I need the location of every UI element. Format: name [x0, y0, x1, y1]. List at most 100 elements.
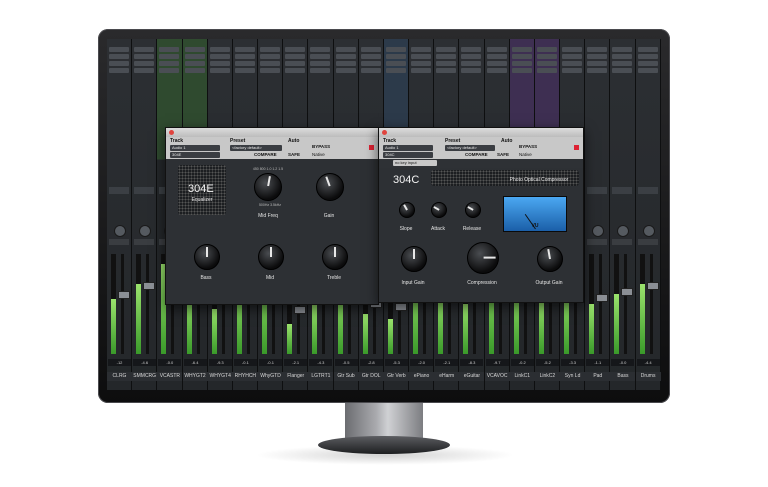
- insert-slot[interactable]: [209, 47, 230, 52]
- pan-knob[interactable]: [139, 225, 152, 237]
- volume-fader[interactable]: [621, 288, 634, 296]
- insert-slot[interactable]: [310, 68, 331, 73]
- insert-slot[interactable]: [385, 68, 406, 73]
- insert-slot[interactable]: [587, 61, 608, 66]
- insert-slot[interactable]: [436, 54, 457, 59]
- pan-knob[interactable]: [592, 225, 605, 237]
- insert-slot[interactable]: [637, 47, 658, 52]
- channel-strip[interactable]: -4.4 Drums: [635, 39, 661, 390]
- insert-slot[interactable]: [109, 61, 129, 66]
- insert-slot[interactable]: [335, 54, 356, 59]
- insert-slot[interactable]: [360, 47, 381, 52]
- channel-strip[interactable]: -12 CLRG: [107, 39, 133, 390]
- track-name[interactable]: SMMCRG: [132, 372, 158, 381]
- close-icon[interactable]: [382, 130, 387, 135]
- insert-slot[interactable]: [612, 68, 633, 73]
- track-name[interactable]: LGTRT1: [308, 372, 334, 381]
- solo-mute-buttons[interactable]: [612, 239, 633, 245]
- insert-slot[interactable]: [234, 54, 255, 59]
- insert-slot[interactable]: [335, 68, 356, 73]
- track-name[interactable]: RHYHCH: [232, 372, 258, 381]
- insert-slot[interactable]: [310, 61, 331, 66]
- insert-slot[interactable]: [587, 47, 608, 52]
- insert-slot[interactable]: [109, 54, 129, 59]
- insert-slot[interactable]: [159, 68, 180, 73]
- insert-slot[interactable]: [461, 68, 482, 73]
- insert-slot[interactable]: [285, 68, 306, 73]
- solo-mute-buttons[interactable]: [587, 239, 608, 245]
- insert-slot[interactable]: [612, 47, 633, 52]
- slope-knob[interactable]: [399, 202, 415, 218]
- volume-fader[interactable]: [646, 282, 659, 290]
- insert-slot[interactable]: [562, 47, 583, 52]
- insert-slot[interactable]: [209, 61, 230, 66]
- track-name[interactable]: Bass: [610, 372, 636, 381]
- track-name[interactable]: WhyGTD: [258, 372, 284, 381]
- solo-mute-buttons[interactable]: [134, 239, 155, 245]
- insert-slot[interactable]: [587, 68, 608, 73]
- track-name[interactable]: CLRG: [107, 372, 132, 381]
- insert-slot[interactable]: [260, 61, 281, 66]
- insert-slot[interactable]: [461, 61, 482, 66]
- insert-slot[interactable]: [587, 54, 608, 59]
- io-selector[interactable]: [637, 187, 658, 194]
- insert-slot[interactable]: [486, 61, 507, 66]
- pan-knob[interactable]: [642, 225, 655, 237]
- track-name[interactable]: ePiano: [409, 372, 435, 381]
- insert-slot[interactable]: [411, 54, 432, 59]
- insert-slot[interactable]: [562, 54, 583, 59]
- bypass-button[interactable]: BYPASS: [312, 144, 330, 149]
- channel-strip[interactable]: -4.6 SMMCRG: [132, 39, 158, 390]
- preset-select[interactable]: <factory default>: [230, 145, 282, 151]
- safe-button[interactable]: SAFE: [497, 152, 509, 157]
- key-input-select[interactable]: no key input: [393, 160, 437, 166]
- compression-knob[interactable]: [467, 242, 499, 274]
- insert-slot[interactable]: [159, 47, 180, 52]
- solo-mute-buttons[interactable]: [109, 239, 129, 245]
- plugin-select[interactable]: 304C: [383, 152, 433, 158]
- insert-slot[interactable]: [234, 68, 255, 73]
- insert-slot[interactable]: [209, 68, 230, 73]
- insert-slot[interactable]: [637, 68, 658, 73]
- eq-plugin-window[interactable]: Track Preset Auto Audio 1 <factory defau…: [165, 127, 379, 305]
- track-select[interactable]: Audio 1: [170, 145, 220, 151]
- insert-slot[interactable]: [385, 54, 406, 59]
- insert-slot[interactable]: [335, 61, 356, 66]
- track-name[interactable]: WHYGT4: [207, 372, 233, 381]
- insert-slot[interactable]: [511, 61, 532, 66]
- insert-slot[interactable]: [134, 47, 155, 52]
- insert-slot[interactable]: [360, 54, 381, 59]
- insert-slot[interactable]: [109, 47, 129, 52]
- track-name[interactable]: Pad: [585, 372, 611, 381]
- solo-mute-buttons[interactable]: [637, 239, 658, 245]
- insert-slot[interactable]: [612, 54, 633, 59]
- insert-slot[interactable]: [159, 61, 180, 66]
- insert-slot[interactable]: [511, 54, 532, 59]
- insert-slot[interactable]: [310, 54, 331, 59]
- insert-slot[interactable]: [184, 68, 205, 73]
- insert-slot[interactable]: [360, 61, 381, 66]
- insert-slot[interactable]: [385, 47, 406, 52]
- track-select[interactable]: Audio 1: [383, 145, 433, 151]
- insert-slot[interactable]: [486, 54, 507, 59]
- track-name[interactable]: Drums: [635, 372, 661, 381]
- output-gain-knob[interactable]: [537, 246, 563, 272]
- gain-knob[interactable]: [316, 173, 344, 201]
- close-icon[interactable]: [169, 130, 174, 135]
- insert-slot[interactable]: [134, 61, 155, 66]
- insert-slot[interactable]: [411, 61, 432, 66]
- insert-slot[interactable]: [461, 47, 482, 52]
- insert-slot[interactable]: [234, 47, 255, 52]
- io-selector[interactable]: [109, 187, 129, 194]
- insert-slot[interactable]: [184, 54, 205, 59]
- release-knob[interactable]: [465, 202, 481, 218]
- volume-fader[interactable]: [118, 291, 130, 299]
- insert-slot[interactable]: [511, 47, 532, 52]
- volume-fader[interactable]: [596, 294, 609, 302]
- track-name[interactable]: eHarm: [434, 372, 460, 381]
- insert-slot[interactable]: [285, 54, 306, 59]
- insert-slot[interactable]: [385, 61, 406, 66]
- insert-slot[interactable]: [184, 47, 205, 52]
- insert-slot[interactable]: [486, 47, 507, 52]
- track-name[interactable]: LinkC2: [534, 372, 560, 381]
